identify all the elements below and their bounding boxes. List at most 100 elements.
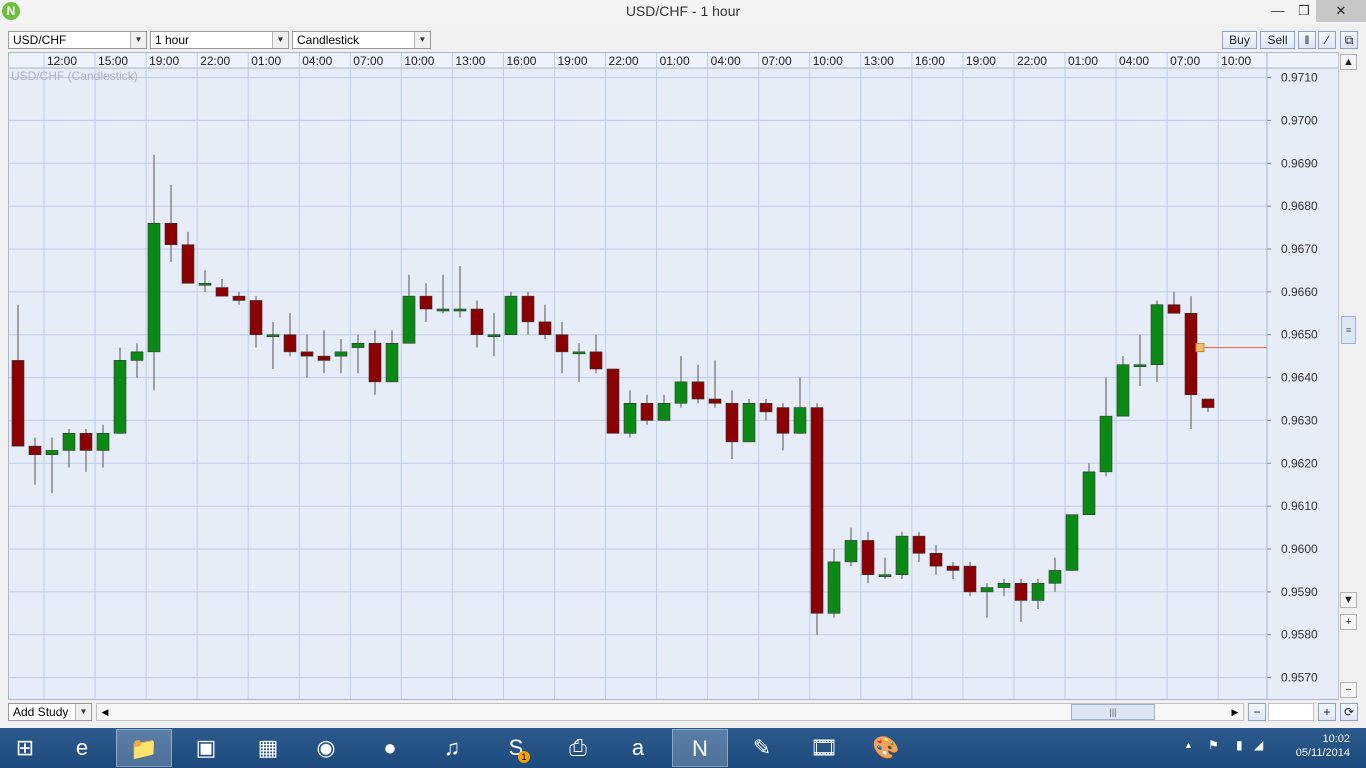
sell-button[interactable]: Sell: [1260, 31, 1295, 49]
store-icon[interactable]: ▦: [240, 729, 296, 767]
price-scrollbar[interactable]: ▲ ≡ ▼ + −: [1338, 52, 1358, 700]
candle-up: [1150, 304, 1164, 366]
candle-up: [130, 351, 144, 361]
y-tick-label: 0.9610: [1281, 499, 1318, 513]
y-tick-label: 0.9600: [1281, 542, 1318, 556]
taskbar-clock[interactable]: 10:02 05/11/2014: [1296, 732, 1350, 760]
remote-app-icon[interactable]: ⎙: [550, 729, 606, 767]
scroll-thumb[interactable]: ≡: [1341, 316, 1356, 344]
y-tick-label: 0.9570: [1281, 671, 1318, 685]
y-tick-label: 0.9670: [1281, 242, 1318, 256]
battery-icon[interactable]: ▮: [1236, 738, 1243, 752]
candle-up: [572, 351, 586, 355]
chevron-down-icon[interactable]: ▼: [75, 704, 91, 720]
x-tick-label: 13:00: [455, 54, 485, 68]
x-tick-label: 04:00: [711, 54, 741, 68]
candle-down: [912, 535, 926, 554]
firefox-icon[interactable]: ●: [362, 729, 418, 767]
zoom-in-time-icon[interactable]: +: [1318, 703, 1336, 721]
chrome-icon[interactable]: ◉: [298, 729, 354, 767]
chart-toolbar: USD/CHF ▼ 1 hour ▼ Candlestick ▼ Buy Sel…: [0, 28, 1366, 52]
add-study-label: Add Study: [13, 705, 69, 719]
y-tick-label: 0.9710: [1281, 71, 1318, 85]
y-tick-label: 0.9580: [1281, 628, 1318, 642]
horizontal-scrollbar[interactable]: ◀ ||| ▶: [96, 703, 1244, 721]
x-tick-label: 16:00: [506, 54, 536, 68]
candle-up: [1116, 364, 1130, 417]
time-zoom-track[interactable]: [1268, 703, 1314, 721]
chart-type-value: Candlestick: [297, 33, 360, 47]
candle-down: [810, 407, 824, 614]
y-tick-label: 0.9620: [1281, 456, 1318, 470]
chart-area[interactable]: 0.9710 0.9700 0.9690 0.9680 0.9670 0.9660 0.96…: [8, 52, 1358, 700]
candle-down: [1014, 582, 1028, 601]
candle-down: [283, 334, 297, 353]
candle-up: [147, 222, 161, 353]
movie-maker-icon[interactable]: 🎞: [796, 729, 852, 767]
zoom-out-time-icon[interactable]: −: [1248, 703, 1266, 721]
y-tick-label: 0.9680: [1281, 199, 1318, 213]
chevron-down-icon[interactable]: ▼: [272, 32, 288, 48]
close-button[interactable]: ✕: [1316, 0, 1366, 22]
candle-down: [1167, 304, 1181, 314]
paint-app-icon[interactable]: 🎨: [858, 729, 914, 767]
zoom-out-icon[interactable]: −: [1340, 682, 1357, 698]
x-tick-label: 10:00: [1221, 54, 1251, 68]
scroll-down-icon[interactable]: ▼: [1340, 592, 1357, 608]
scroll-right-icon[interactable]: ▶: [1227, 704, 1243, 720]
bottom-toolbar: Add Study ▼ ◀ ||| ▶ − + ⟳: [0, 702, 1366, 724]
music-app-icon[interactable]: ♫: [424, 729, 480, 767]
instrument-select[interactable]: USD/CHF ▼: [8, 31, 147, 49]
internet-explorer-icon[interactable]: e: [54, 729, 110, 767]
scroll-left-icon[interactable]: ◀: [97, 704, 113, 720]
zoom-in-icon[interactable]: +: [1340, 614, 1357, 630]
y-tick-label: 0.9700: [1281, 113, 1318, 127]
network-signal-icon[interactable]: ◢: [1254, 738, 1263, 752]
y-tick-label: 0.9690: [1281, 156, 1318, 170]
candle-down: [1201, 398, 1215, 408]
candle-up: [980, 587, 994, 593]
candle-up: [266, 334, 280, 338]
add-study-select[interactable]: Add Study ▼: [8, 703, 92, 721]
buy-button[interactable]: Buy: [1222, 31, 1257, 49]
y-tick-label: 0.9640: [1281, 371, 1318, 385]
show-hidden-icons-icon[interactable]: ▲: [1184, 740, 1193, 750]
candle-up: [62, 432, 76, 451]
candle-up: [793, 407, 807, 434]
x-tick-label: 01:00: [251, 54, 281, 68]
draw-line-icon[interactable]: ∕: [1318, 31, 1336, 49]
candle-down: [164, 222, 178, 246]
candle-up: [453, 308, 467, 312]
y-tick-label: 0.9660: [1281, 285, 1318, 299]
reset-view-icon[interactable]: ⟳: [1340, 703, 1358, 721]
horizontal-scroll-thumb[interactable]: |||: [1071, 704, 1155, 720]
skype-icon[interactable]: S 1: [488, 729, 544, 767]
candle-down: [11, 360, 25, 447]
chevron-down-icon[interactable]: ▼: [130, 32, 146, 48]
bars-tool-icon[interactable]: ‖: [1298, 31, 1316, 49]
windows-start-icon[interactable]: ⊞: [0, 729, 50, 767]
amazon-icon[interactable]: a: [610, 729, 666, 767]
action-center-icon[interactable]: ⚑: [1208, 738, 1219, 752]
candle-down: [300, 351, 314, 357]
candlestick-chart[interactable]: 0.9710 0.9700 0.9690 0.9680 0.9670 0.9660 0.96…: [9, 53, 1339, 699]
candle-up: [1099, 415, 1113, 473]
file-explorer-icon[interactable]: 📁: [116, 729, 172, 767]
photo-app-icon[interactable]: ▣: [178, 729, 234, 767]
chevron-down-icon[interactable]: ▼: [414, 32, 430, 48]
scroll-up-icon[interactable]: ▲: [1340, 54, 1357, 70]
candle-up: [657, 402, 671, 421]
candle-up: [436, 308, 450, 312]
candle-up: [878, 574, 892, 578]
edit-app-icon[interactable]: ✎: [734, 729, 790, 767]
x-tick-label: 22:00: [1017, 54, 1047, 68]
nadex-app-icon[interactable]: N: [672, 729, 728, 767]
x-tick-label: 16:00: [915, 54, 945, 68]
timeframe-select[interactable]: 1 hour ▼: [150, 31, 289, 49]
candle-down: [708, 398, 722, 404]
chart-type-select[interactable]: Candlestick ▼: [292, 31, 431, 49]
x-tick-label: 07:00: [353, 54, 383, 68]
clock-time: 10:02: [1322, 733, 1350, 745]
detach-window-icon[interactable]: ⧉: [1340, 31, 1358, 49]
candle-up: [742, 402, 756, 443]
